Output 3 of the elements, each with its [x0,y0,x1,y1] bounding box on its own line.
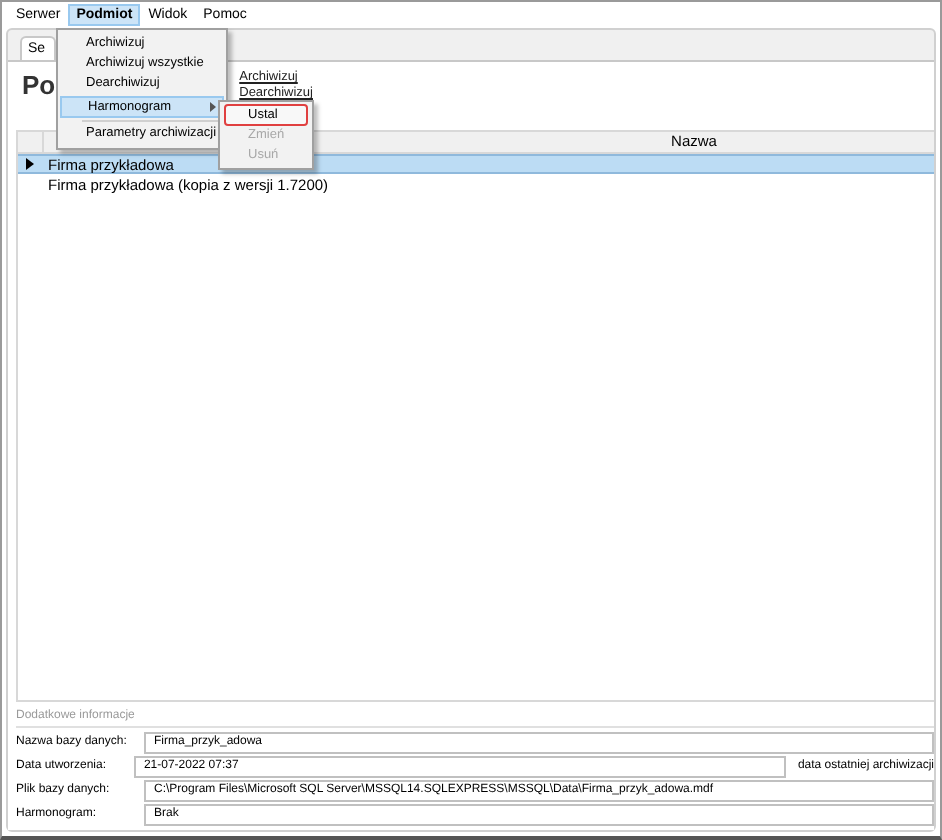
panel-title: Po [22,70,56,100]
submenu-arrow-icon [210,102,216,112]
row-pointer-icon [26,158,34,170]
